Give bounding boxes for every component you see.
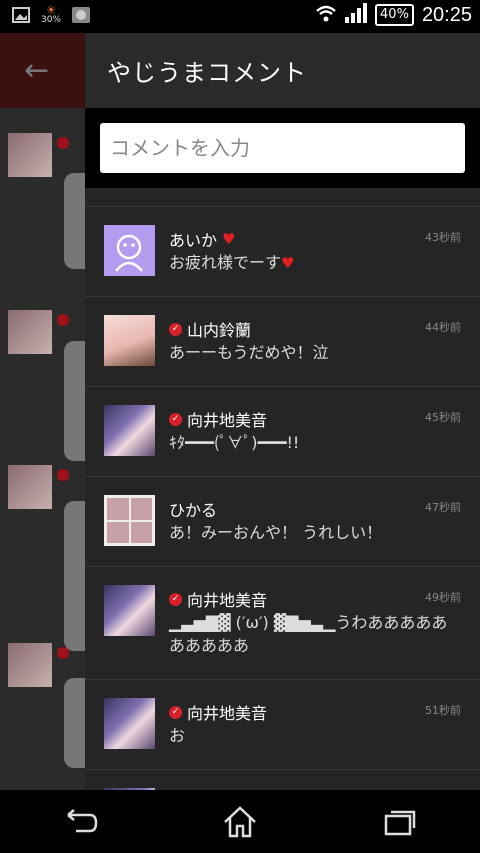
comment-text: ｷﾀ━━━(ﾟ∀ﾟ)━━━!! [169, 433, 300, 452]
comment-item[interactable]: ✓ 向井地美音 45秒前 ｷﾀ━━━(ﾟ∀ﾟ)━━━!! [85, 387, 480, 477]
comment-text: あーーもうだめや！泣 [169, 343, 329, 362]
comment-time: 43秒前 [425, 231, 461, 244]
comment-author: あいか [169, 231, 218, 250]
heart-icon: ♥ [222, 230, 236, 248]
comment-time: 44秒前 [425, 321, 461, 334]
verified-check-icon: ✓ [169, 412, 182, 426]
comment-name-row: あいか ♥ [169, 227, 235, 251]
back-button[interactable] [50, 802, 110, 842]
background-avatar [8, 465, 52, 509]
drawer-header: やじうまコメント [85, 33, 480, 108]
comment-input-area [85, 108, 480, 188]
battery-indicator: 40% [375, 4, 414, 26]
heart-icon: ♥ [281, 254, 295, 272]
app-icon [70, 4, 92, 26]
signal-icon [345, 3, 368, 27]
recent-apps-icon [384, 810, 416, 835]
clock: 20:25 [421, 3, 472, 26]
weather-icon: ☀ 30% [40, 3, 61, 25]
comment-author: 山内鈴蘭 [187, 321, 252, 340]
comment-author: ひかる [169, 501, 218, 520]
home-icon [224, 805, 256, 837]
avatar [104, 225, 155, 276]
comment-author: 向井地美音 [187, 411, 268, 430]
comment-time: 49秒前 [425, 591, 461, 604]
recent-apps-button[interactable] [370, 802, 430, 842]
comment-item[interactable]: ✓ 山内鈴蘭 44秒前あーーもうだめや！泣 [85, 297, 480, 387]
navigation-bar [0, 790, 480, 853]
wifi-icon [315, 4, 337, 26]
comment-time: 45秒前 [425, 411, 461, 424]
background-avatar [8, 310, 52, 354]
comment-name-row: ✓ 向井地美音 [169, 407, 267, 431]
comment-name-row: ひかる [169, 497, 217, 521]
comment-drawer: やじうまコメント あいか♥43秒前お疲れ様でーす♥✓山内鈴蘭44秒前あーーもうだ… [85, 33, 480, 790]
image-icon [10, 4, 32, 26]
avatar [104, 698, 155, 749]
comment-time: 47秒前 [425, 501, 461, 514]
comment-message: あーーもうだめや！泣 [169, 341, 459, 364]
verified-icon [57, 647, 69, 659]
comment-input[interactable] [100, 123, 465, 173]
verified-check-icon: ✓ [169, 705, 182, 719]
comment-item[interactable]: ひかる 47秒前あ！みーおんや！ うれしい！ [85, 477, 480, 567]
comment-message: お [169, 724, 459, 747]
verified-icon [57, 137, 69, 149]
comment-author: 向井地美音 [187, 591, 268, 610]
back-arrow-icon[interactable]: ← [24, 53, 49, 88]
comment-item[interactable]: ✓ 向井地美音 51秒前お [85, 680, 480, 770]
comment-item[interactable]: ✓向井地美音53秒前 [85, 770, 480, 790]
comment-text: ▁▃▅▇▓ (′ω′) ▓▇▅▃▁うわああああああああああ [169, 613, 448, 655]
comment-item[interactable]: ✓ 向井地美音 49秒前 ▁▃▅▇▓ (′ω′) ▓▇▅▃▁うわああああああああああ [85, 567, 480, 680]
status-bar: ☀ 30% 40% 20:25 [0, 0, 480, 33]
background-avatar [8, 133, 52, 177]
comment-text: お [169, 726, 186, 745]
background-avatar [8, 643, 52, 687]
avatar [104, 495, 155, 546]
comment-item[interactable]: あいか ♥ 43秒前 お疲れ様でーす♥ [85, 207, 480, 297]
comment-text: あ！みーおんや！ うれしい！ [169, 523, 383, 542]
comment-message: ｷﾀ━━━(ﾟ∀ﾟ)━━━!! [169, 431, 459, 454]
drawer-title: やじうまコメント [107, 59, 307, 87]
comment-author: 向井地美音 [187, 704, 268, 723]
list-divider [85, 188, 480, 207]
comment-name-row: ✓ 向井地美音 [169, 587, 267, 611]
comment-message: ▁▃▅▇▓ (′ω′) ▓▇▅▃▁うわああああああああああ [169, 611, 459, 657]
home-button[interactable] [210, 802, 270, 842]
avatar [104, 315, 155, 366]
comment-text: お疲れ様でーす [169, 253, 282, 272]
comment-list: あいか ♥ 43秒前 お疲れ様でーす♥ ✓ 山内鈴蘭 44秒前 あーーもうだめや！泣 ✓ 向井地美… [85, 207, 480, 790]
verified-check-icon: ✓ [169, 322, 182, 336]
comment-time: 51秒前 [425, 704, 461, 717]
comment-name-row: ✓ 向井地美音 [169, 700, 267, 724]
comment-message: お疲れ様でーす♥ [169, 251, 459, 275]
verified-icon [57, 469, 69, 481]
comment-name-row: ✓ 山内鈴蘭 [169, 317, 251, 341]
verified-check-icon: ✓ [169, 592, 182, 606]
comment-message: あ！みーおんや！ うれしい！ [169, 521, 459, 544]
avatar [104, 405, 155, 456]
avatar [104, 585, 155, 636]
back-icon [67, 808, 98, 832]
verified-icon [57, 314, 69, 326]
